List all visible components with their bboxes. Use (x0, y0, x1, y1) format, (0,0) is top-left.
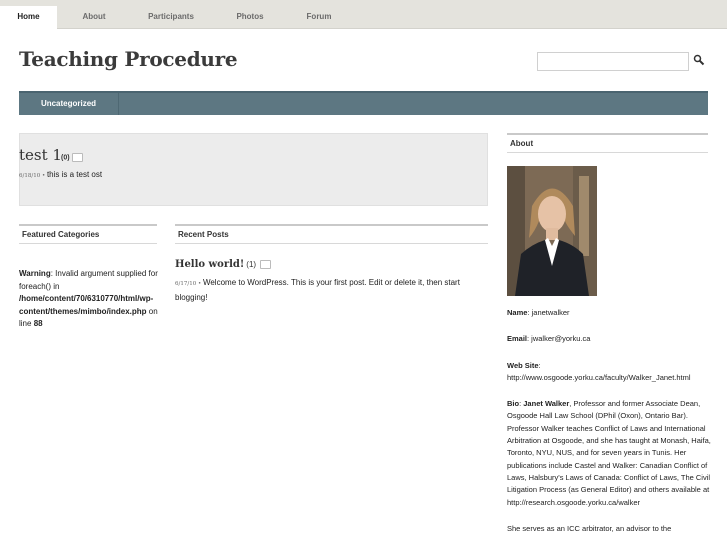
about-body: Name: janetwalker Email: jwalker@yorku.c… (507, 307, 712, 549)
website-link[interactable]: http://www.osgoode.yorku.ca/faculty/Walk… (507, 373, 691, 382)
recent-post-title-text[interactable]: Hello world! (175, 259, 244, 270)
recent-post-comment-count[interactable]: (1) (246, 260, 256, 269)
about-heading: About (507, 133, 708, 153)
post-excerpt: this is a test ost (46, 170, 103, 179)
email-label: Email (507, 334, 528, 344)
recent-posts-heading: Recent Posts (175, 224, 488, 244)
post-separator: • (40, 173, 47, 179)
tab-about[interactable]: About (64, 6, 124, 28)
top-navigation: Home About Participants Photos Forum (0, 0, 727, 29)
about-bio: Bio: Janet Walker, Professor and former … (507, 398, 712, 509)
category-bar: Uncategorized (19, 91, 708, 115)
bio-label: Bio (507, 399, 520, 409)
warning-path: /home/content/70/6310770/html/wp-content… (19, 294, 154, 316)
post-meta: 6/18/10 • this is a test ost (19, 170, 102, 179)
bio-name: Janet Walker (523, 399, 570, 409)
post-comment-count[interactable]: (0) (61, 153, 83, 162)
tab-forum[interactable]: Forum (294, 6, 344, 28)
tab-participants[interactable]: Participants (138, 6, 204, 28)
name-value: : janetwalker (527, 308, 570, 317)
recent-post-title[interactable]: Hello world! (1) (175, 259, 271, 270)
about-more: She serves as an ICC arbitrator, an advi… (507, 523, 672, 533)
recent-post-excerpt: 6/17/10 • Welcome to WordPress. This is … (175, 276, 487, 304)
warning-line: 88 (33, 319, 43, 328)
comment-bubble-icon[interactable] (259, 260, 271, 269)
tab-photos[interactable]: Photos (222, 6, 278, 28)
post-title[interactable]: test 1 (19, 146, 62, 164)
about-name: Name: janetwalker (507, 307, 712, 319)
comment-count-text: (0) (61, 154, 70, 162)
comment-bubble-icon[interactable] (71, 153, 83, 162)
recent-post-excerpt-text: Welcome to WordPress. This is your first… (175, 278, 460, 302)
name-label: Name (507, 308, 528, 317)
website-sep: : (538, 360, 541, 370)
tab-home[interactable]: Home (0, 6, 57, 29)
about-website: Web Site: http://www.osgoode.yorku.ca/fac… (507, 360, 712, 385)
bio-text: , Professor and former Associate Dean, O… (507, 399, 711, 507)
recent-post-separator: • (196, 281, 203, 287)
post-date: 6/18/10 (19, 173, 41, 179)
email-value: : jwalker@yorku.ca (527, 334, 591, 344)
search-icon[interactable] (693, 54, 705, 66)
about-email: Email: jwalker@yorku.ca (507, 333, 712, 345)
website-label: Web Site (507, 360, 539, 370)
author-photo (507, 166, 597, 296)
category-uncategorized[interactable]: Uncategorized (19, 93, 119, 115)
php-warning: Warning: Invalid argument supplied for f… (19, 268, 164, 331)
recent-post-date: 6/17/10 (175, 281, 197, 287)
warning-label: Warning (19, 269, 51, 278)
search-input[interactable] (537, 52, 689, 71)
site-title[interactable]: Teaching Procedure (19, 47, 238, 71)
featured-categories-heading: Featured Categories (19, 224, 157, 244)
